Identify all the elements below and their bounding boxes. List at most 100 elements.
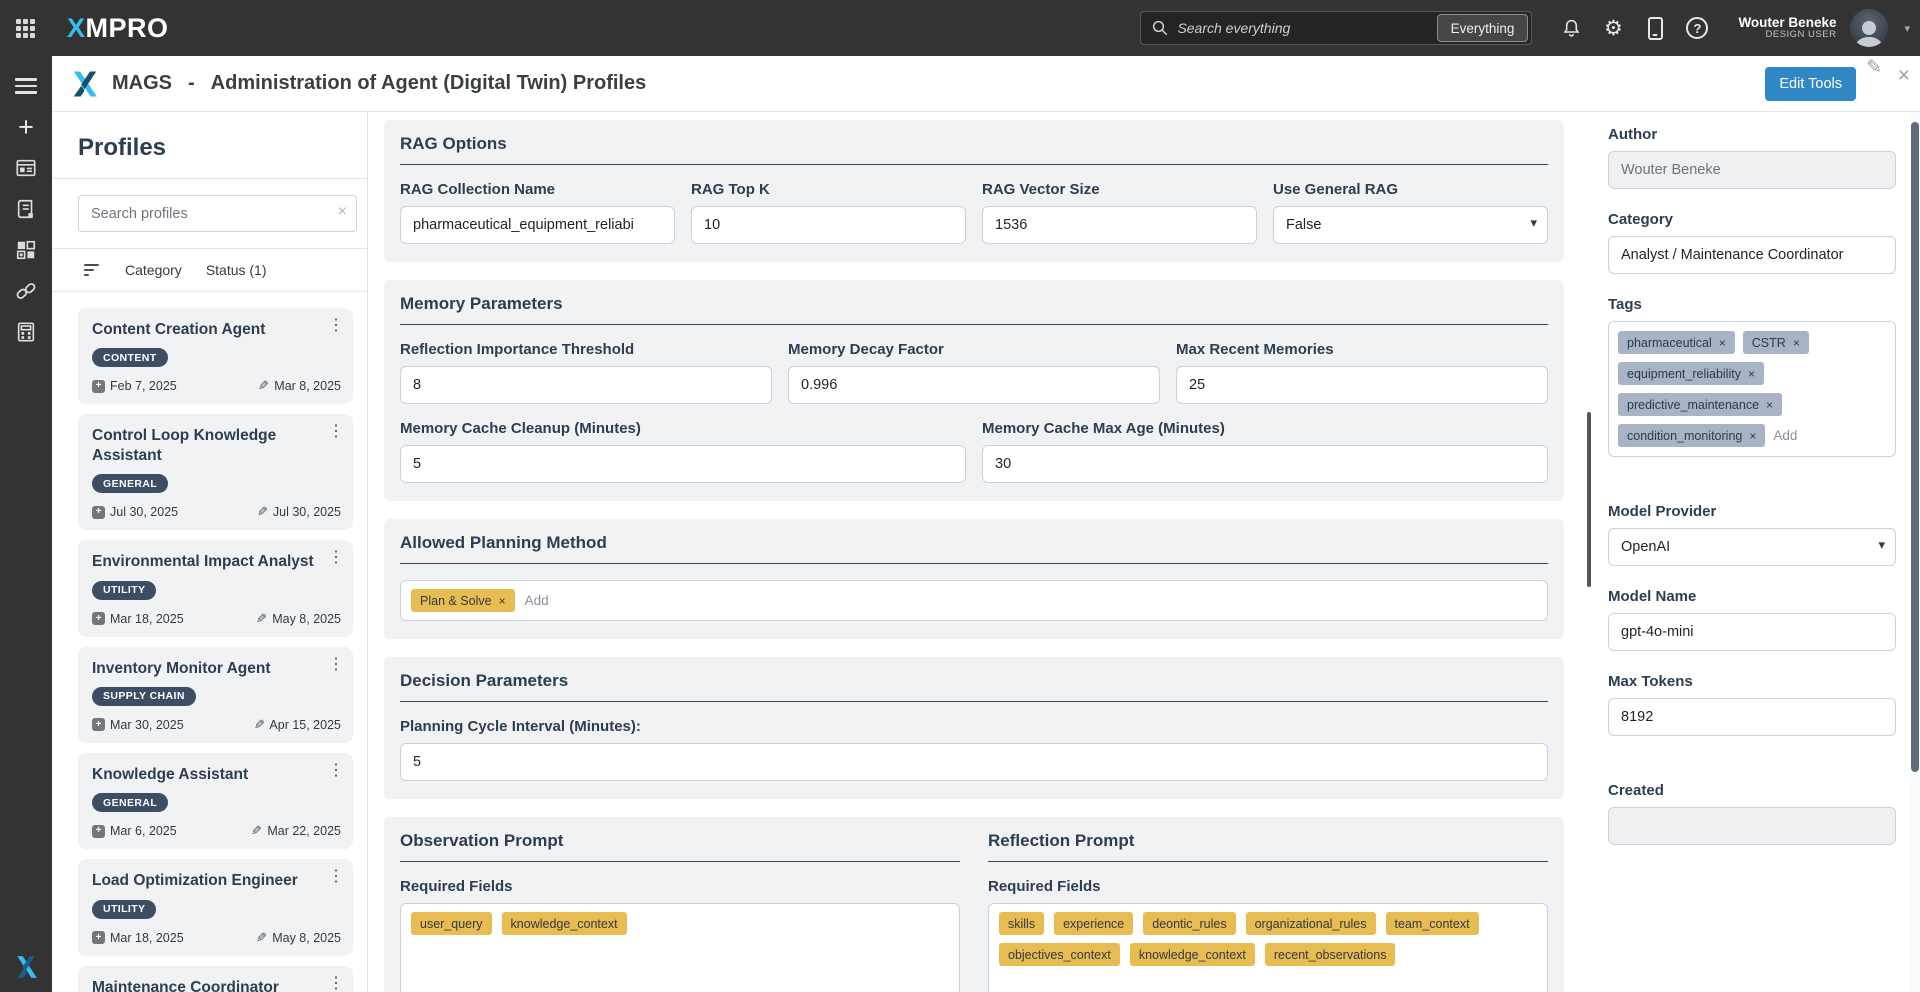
settings-gear-icon[interactable]: ⚙ (1596, 11, 1630, 45)
filter-icon[interactable] (82, 262, 101, 278)
filter-status[interactable]: Status (1) (206, 262, 267, 278)
memory-parameters-section: Memory Parameters Reflection Importance … (384, 280, 1564, 501)
model-name-input[interactable] (1608, 613, 1896, 651)
tag-remove-icon[interactable]: × (1748, 368, 1755, 380)
search-scope-button[interactable]: Everything (1437, 14, 1529, 42)
filter-category[interactable]: Category (125, 262, 182, 278)
add-method-hint[interactable]: Add (525, 593, 549, 608)
app-window-icon[interactable] (6, 148, 46, 188)
section-title: Allowed Planning Method (400, 533, 1548, 553)
reflection-threshold-input[interactable] (400, 366, 772, 404)
required-field-tag[interactable]: experience (1054, 912, 1133, 935)
apps-grid-icon[interactable] (12, 15, 39, 42)
edit-tools-button[interactable]: Edit Tools (1765, 67, 1856, 101)
card-kebab-icon[interactable]: ⋮ (328, 976, 344, 992)
profile-card[interactable]: Content Creation Agent ⋮ CONTENT +Feb 7,… (78, 308, 353, 404)
details-scrollbar-thumb[interactable] (1911, 122, 1919, 772)
profile-card[interactable]: Maintenance Coordinator Agent ⋮ (78, 966, 353, 992)
required-field-tag[interactable]: user_query (411, 912, 492, 935)
required-field-tag[interactable]: team_context (1386, 912, 1479, 935)
card-kebab-icon[interactable]: ⋮ (328, 318, 344, 334)
use-general-rag-select[interactable]: False (1273, 206, 1548, 244)
modified-date: ✎Apr 15, 2025 (254, 717, 342, 733)
planning-method-tagbox[interactable]: Plan & Solve× Add (400, 580, 1548, 621)
profile-card[interactable]: Load Optimization Engineer ⋮ UTILITY +Ma… (78, 859, 353, 955)
tag-remove-icon[interactable]: × (1719, 337, 1726, 349)
observation-required-fields[interactable]: user_query knowledge_context (400, 903, 960, 992)
created-icon: + (92, 825, 105, 838)
cache-max-age-label: Memory Cache Max Age (Minutes) (982, 420, 1548, 437)
form-scrollbar-thumb[interactable] (1587, 412, 1591, 587)
modified-date: ✎Jul 30, 2025 (257, 504, 341, 520)
required-field-tag[interactable]: knowledge_context (502, 912, 627, 935)
search-profiles-input[interactable] (78, 195, 357, 232)
profile-card[interactable]: Environmental Impact Analyst ⋮ UTILITY +… (78, 540, 353, 636)
rag-options-section: RAG Options RAG Collection Name RAG Top … (384, 120, 1564, 262)
close-icon[interactable]: × (1898, 64, 1910, 88)
user-caret-down-icon[interactable]: ▾ (1904, 22, 1910, 35)
mobile-device-icon[interactable] (1638, 11, 1672, 45)
max-tokens-input[interactable] (1608, 698, 1896, 736)
profile-card[interactable]: Control Loop Knowledge Assistant ⋮ GENER… (78, 414, 353, 530)
details-panel: Author Category Tags pharmaceutical× CST… (1592, 112, 1910, 992)
search-clear-icon[interactable]: × (338, 203, 347, 221)
avatar[interactable] (1850, 9, 1888, 47)
card-kebab-icon[interactable]: ⋮ (328, 869, 344, 885)
reflection-required-fields[interactable]: skills experience deontic_rules organiza… (988, 903, 1548, 992)
blocks-grid-icon[interactable] (6, 230, 46, 270)
planning-cycle-input[interactable] (400, 743, 1548, 781)
card-kebab-icon[interactable]: ⋮ (328, 763, 344, 779)
tags-box[interactable]: pharmaceutical× CSTR× equipment_reliabil… (1608, 321, 1896, 457)
global-search-input[interactable] (1169, 20, 1436, 36)
link-icon[interactable] (6, 271, 46, 311)
required-fields-label: Required Fields (400, 878, 960, 895)
planning-method-tag: Plan & Solve× (411, 589, 515, 612)
required-field-tag[interactable]: recent_observations (1265, 943, 1396, 966)
xmpro-logo: XMPRO (67, 13, 169, 44)
required-field-tag[interactable]: deontic_rules (1143, 912, 1235, 935)
rag-vector-size-input[interactable] (982, 206, 1257, 244)
user-menu[interactable]: Wouter Beneke DESIGN USER (1738, 15, 1836, 41)
required-field-tag[interactable]: skills (999, 912, 1044, 935)
card-kebab-icon[interactable]: ⋮ (328, 657, 344, 673)
required-field-tag[interactable]: knowledge_context (1130, 943, 1255, 966)
profile-card[interactable]: Knowledge Assistant ⋮ GENERAL +Mar 6, 20… (78, 753, 353, 849)
card-kebab-icon[interactable]: ⋮ (328, 424, 344, 440)
max-tokens-label: Max Tokens (1608, 673, 1896, 690)
required-field-tag[interactable]: organizational_rules (1246, 912, 1376, 935)
profile-card[interactable]: Inventory Monitor Agent ⋮ SUPPLY CHAIN +… (78, 647, 353, 743)
tag: pharmaceutical× (1618, 331, 1735, 354)
modified-date: ✎Mar 22, 2025 (251, 823, 341, 839)
help-icon[interactable]: ? (1680, 11, 1714, 45)
rag-collection-input[interactable] (400, 206, 675, 244)
modified-icon: ✎ (251, 823, 262, 839)
user-name: Wouter Beneke (1738, 15, 1836, 31)
sidebar-toggle-hamburger-icon[interactable] (6, 66, 46, 106)
modified-date: ✎Mar 8, 2025 (258, 378, 341, 394)
model-provider-select[interactable]: OpenAI (1608, 528, 1896, 566)
tag-remove-icon[interactable]: × (1766, 399, 1773, 411)
model-provider-label: Model Provider (1608, 503, 1896, 520)
category-badge: SUPPLY CHAIN (92, 687, 196, 706)
calculator-icon[interactable] (6, 312, 46, 352)
cache-max-age-input[interactable] (982, 445, 1548, 483)
cache-cleanup-input[interactable] (400, 445, 966, 483)
max-recent-memories-input[interactable] (1176, 366, 1548, 404)
tag-remove-icon[interactable]: × (499, 595, 506, 607)
notifications-bell-icon[interactable] (1554, 11, 1588, 45)
rag-topk-input[interactable] (691, 206, 966, 244)
author-label: Author (1608, 126, 1896, 143)
script-document-icon[interactable] (6, 189, 46, 229)
add-tag-hint[interactable]: Add (1773, 428, 1797, 443)
category-input[interactable] (1608, 236, 1896, 274)
created-icon: + (92, 380, 105, 393)
created-icon: + (92, 612, 105, 625)
edit-pencil-icon[interactable]: ✎ (1866, 56, 1882, 79)
memory-decay-input[interactable] (788, 366, 1160, 404)
card-kebab-icon[interactable]: ⋮ (328, 550, 344, 566)
modified-icon: ✎ (256, 930, 267, 946)
tag-remove-icon[interactable]: × (1749, 430, 1756, 442)
tag-remove-icon[interactable]: × (1793, 337, 1800, 349)
add-new-icon[interactable]: + (6, 107, 46, 147)
required-field-tag[interactable]: objectives_context (999, 943, 1120, 966)
